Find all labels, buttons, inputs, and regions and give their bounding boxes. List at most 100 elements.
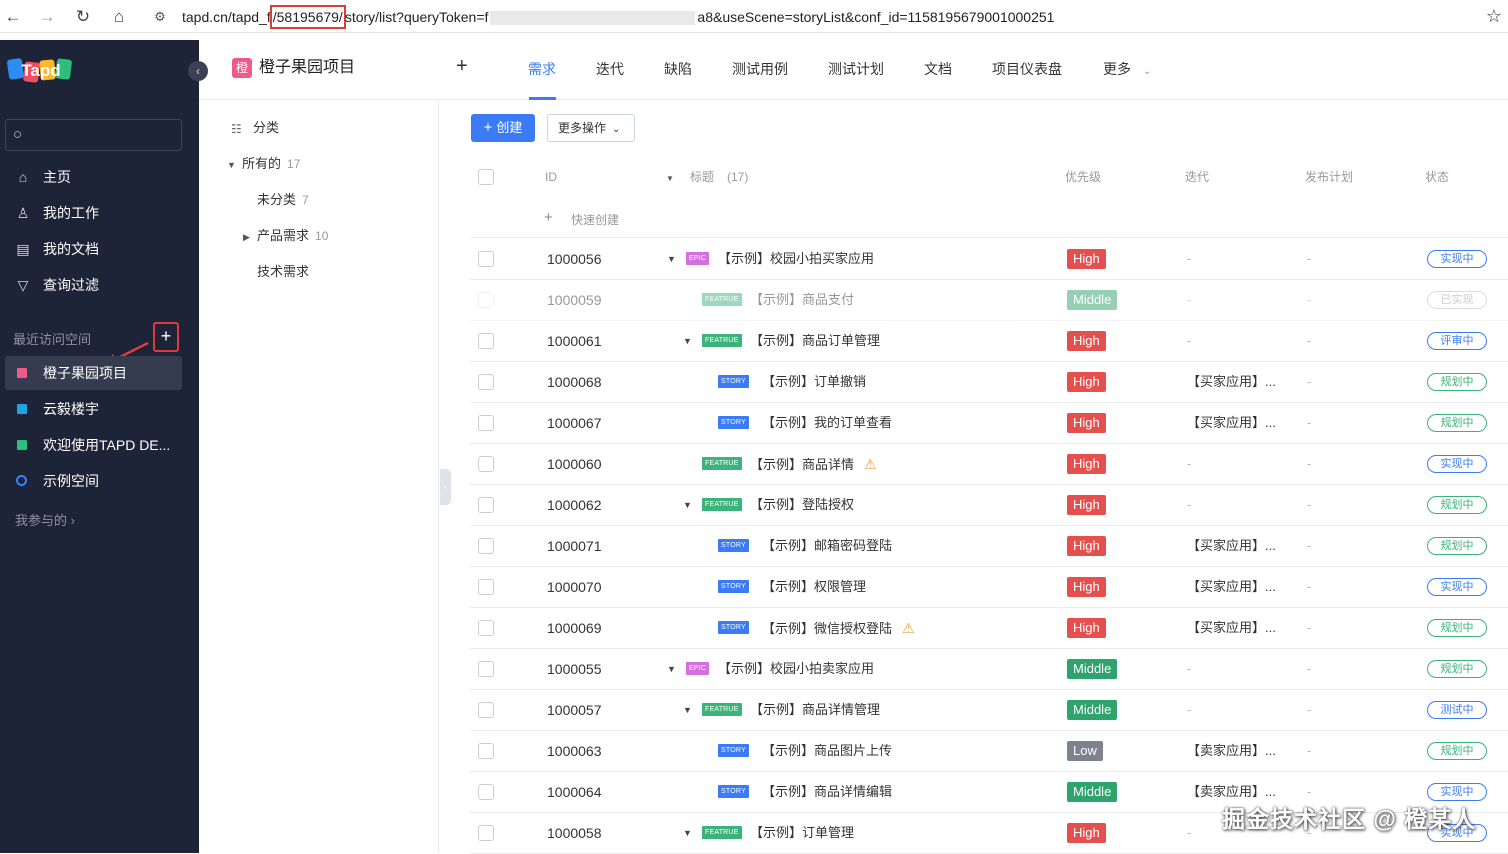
- row-id[interactable]: 1000055: [547, 649, 602, 689]
- row-iteration[interactable]: 【买家应用】...: [1187, 567, 1276, 607]
- status-badge[interactable]: 测试中: [1427, 701, 1487, 719]
- forward-icon[interactable]: →: [36, 6, 58, 28]
- row-checkbox[interactable]: [478, 579, 494, 595]
- table-row[interactable]: 1000069 STORY 【示例】微信授权登陆 ⚠ High 【买家应用】... - 规划中: [470, 608, 1508, 649]
- row-release-plan[interactable]: -: [1307, 485, 1311, 525]
- header-id[interactable]: ID: [545, 170, 557, 184]
- row-id[interactable]: 1000056: [547, 239, 602, 279]
- row-release-plan[interactable]: -: [1307, 649, 1311, 689]
- tab-test-plans[interactable]: 测试计划: [828, 60, 884, 78]
- row-iteration[interactable]: 【卖家应用】...: [1187, 731, 1276, 771]
- row-title[interactable]: 【示例】邮箱密码登陆: [762, 526, 892, 566]
- priority-badge[interactable]: Low: [1067, 741, 1103, 761]
- row-title[interactable]: 【示例】商品图片上传: [762, 731, 892, 771]
- status-badge[interactable]: 规划中: [1427, 373, 1487, 391]
- status-badge[interactable]: 规划中: [1427, 619, 1487, 637]
- row-title[interactable]: 【示例】我的订单查看: [762, 403, 892, 443]
- row-title[interactable]: 【示例】校园小拍卖家应用: [718, 649, 874, 689]
- expand-caret-icon[interactable]: ▼: [683, 690, 692, 730]
- row-iteration[interactable]: 【买家应用】...: [1187, 608, 1276, 648]
- row-id[interactable]: 1000070: [547, 567, 602, 607]
- row-release-plan[interactable]: -: [1307, 444, 1311, 484]
- priority-badge[interactable]: High: [1067, 331, 1106, 351]
- row-checkbox[interactable]: [478, 456, 494, 472]
- row-title[interactable]: 【示例】商品支付: [750, 280, 854, 320]
- table-row[interactable]: 1000063 STORY 【示例】商品图片上传 Low 【卖家应用】... - 规划中: [470, 731, 1508, 772]
- caret-down-icon[interactable]: ▼: [227, 160, 236, 170]
- row-iteration[interactable]: 【买家应用】...: [1187, 362, 1276, 402]
- status-badge[interactable]: 规划中: [1427, 414, 1487, 432]
- priority-badge[interactable]: High: [1067, 618, 1106, 638]
- status-badge[interactable]: 评审中: [1427, 332, 1487, 350]
- add-button[interactable]: +: [456, 55, 468, 78]
- row-iteration[interactable]: -: [1187, 690, 1191, 730]
- row-id[interactable]: 1000063: [547, 731, 602, 771]
- row-id[interactable]: 1000067: [547, 403, 602, 443]
- status-badge[interactable]: 规划中: [1427, 660, 1487, 678]
- status-badge[interactable]: 实现中: [1427, 578, 1487, 596]
- tree-item-uncategorized[interactable]: 未分类 7: [257, 191, 309, 209]
- row-id[interactable]: 1000062: [547, 485, 602, 525]
- sidebar-search[interactable]: ○: [5, 119, 182, 151]
- more-actions-dropdown[interactable]: 更多操作 ⌄: [547, 114, 635, 142]
- select-all-checkbox[interactable]: [478, 169, 494, 185]
- table-row[interactable]: 1000057 ▼ FEATRUE 【示例】商品详情管理 Middle - - 测试中: [470, 690, 1508, 731]
- sidebar-item-my-docs[interactable]: ▤ 我的文档: [5, 232, 182, 266]
- row-iteration[interactable]: 【买家应用】...: [1187, 403, 1276, 443]
- row-release-plan[interactable]: -: [1307, 239, 1311, 279]
- header-title[interactable]: 标题: [690, 170, 714, 184]
- row-release-plan[interactable]: -: [1307, 567, 1311, 607]
- row-iteration[interactable]: -: [1187, 813, 1191, 853]
- row-release-plan[interactable]: -: [1307, 362, 1311, 402]
- create-button[interactable]: + 创建: [471, 114, 535, 142]
- row-title[interactable]: 【示例】商品详情管理: [750, 690, 880, 730]
- row-checkbox[interactable]: [478, 538, 494, 554]
- row-iteration[interactable]: -: [1187, 649, 1191, 689]
- table-row[interactable]: 1000061 ▼ FEATRUE 【示例】商品订单管理 High - - 评审中: [470, 321, 1508, 362]
- space-item-example[interactable]: 示例空间: [5, 464, 182, 498]
- add-space-button[interactable]: +: [153, 322, 179, 352]
- row-iteration[interactable]: -: [1187, 239, 1191, 279]
- row-checkbox[interactable]: [478, 620, 494, 636]
- priority-badge[interactable]: High: [1067, 577, 1106, 597]
- row-checkbox[interactable]: [478, 784, 494, 800]
- tab-more[interactable]: 更多 ⌄: [1103, 60, 1151, 81]
- status-badge[interactable]: 实现中: [1427, 783, 1487, 801]
- row-id[interactable]: 1000068: [547, 362, 602, 402]
- tree-item-product[interactable]: 产品需求 10: [257, 227, 328, 245]
- priority-badge[interactable]: Middle: [1067, 659, 1118, 679]
- expand-caret-icon[interactable]: ▼: [683, 485, 692, 525]
- home-icon[interactable]: ⌂: [108, 6, 130, 28]
- status-badge[interactable]: 规划中: [1427, 496, 1487, 514]
- expand-caret-icon[interactable]: ▼: [683, 813, 692, 853]
- row-checkbox[interactable]: [478, 374, 494, 390]
- row-checkbox[interactable]: [478, 251, 494, 267]
- priority-badge[interactable]: High: [1067, 413, 1106, 433]
- row-release-plan[interactable]: -: [1307, 690, 1311, 730]
- row-title[interactable]: 【示例】校园小拍买家应用: [718, 239, 874, 279]
- tab-dashboard[interactable]: 项目仪表盘: [992, 60, 1062, 78]
- row-release-plan[interactable]: -: [1307, 731, 1311, 771]
- sidebar-item-home[interactable]: ⌂ 主页: [5, 160, 182, 194]
- tab-defects[interactable]: 缺陷: [664, 60, 692, 78]
- space-item-yunyi[interactable]: 云毅楼宇: [5, 392, 182, 426]
- row-id[interactable]: 1000064: [547, 772, 602, 812]
- row-title[interactable]: 【示例】权限管理: [762, 567, 866, 607]
- row-id[interactable]: 1000057: [547, 690, 602, 730]
- tree-item-all[interactable]: 所有的 17: [242, 155, 300, 173]
- status-badge[interactable]: 实现中: [1427, 455, 1487, 473]
- priority-badge[interactable]: High: [1067, 536, 1106, 556]
- header-status[interactable]: 状态: [1425, 170, 1449, 184]
- expand-caret-icon[interactable]: ▼: [683, 321, 692, 361]
- row-checkbox[interactable]: [478, 743, 494, 759]
- priority-badge[interactable]: High: [1067, 454, 1106, 474]
- status-badge[interactable]: 实现中: [1427, 250, 1487, 268]
- header-priority[interactable]: 优先级: [1065, 170, 1101, 184]
- row-checkbox[interactable]: [478, 497, 494, 513]
- tree-item-tech[interactable]: 技术需求: [257, 263, 309, 281]
- reload-icon[interactable]: ↻: [72, 6, 94, 28]
- tab-docs[interactable]: 文档: [924, 60, 952, 78]
- space-item-orange-orchard[interactable]: 橙子果园项目: [5, 356, 182, 390]
- priority-badge[interactable]: Middle: [1067, 782, 1118, 802]
- tab-requirements[interactable]: 需求: [528, 60, 556, 78]
